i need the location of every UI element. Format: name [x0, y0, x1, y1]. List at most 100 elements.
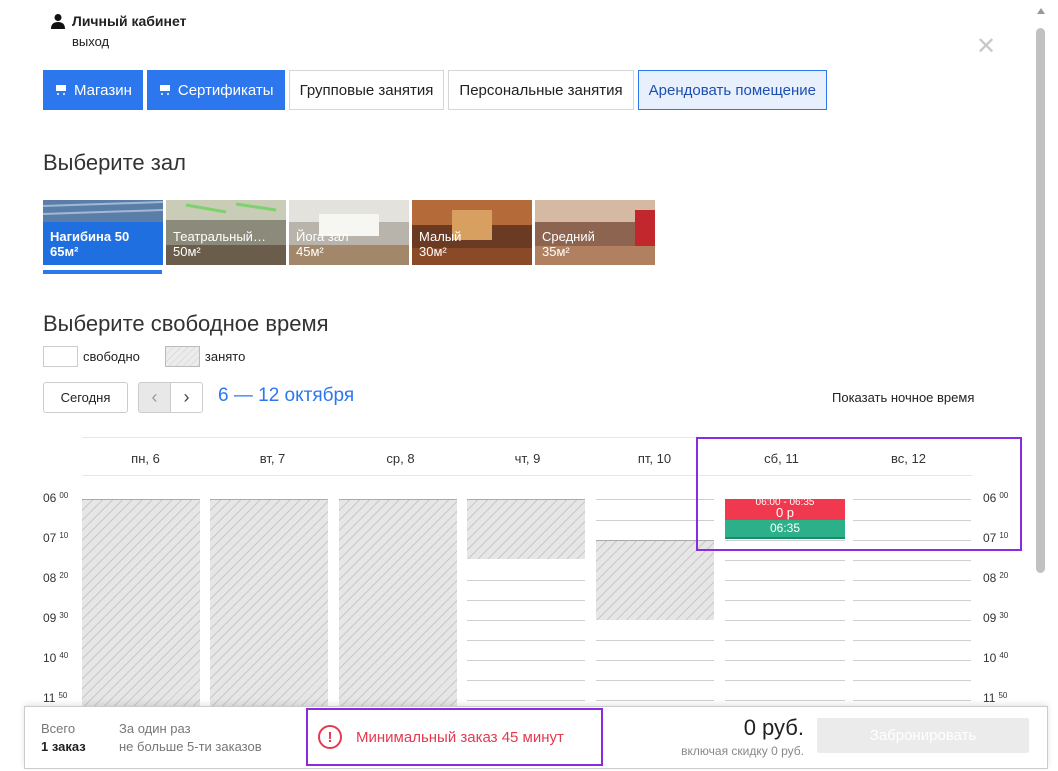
time-label: 08 20 [43, 571, 69, 585]
legend-free-label: свободно [83, 349, 140, 364]
tab-group-classes[interactable]: Групповые занятия [288, 70, 445, 110]
slot-line [853, 680, 971, 681]
day-header: вт, 7 [259, 451, 286, 466]
selected-hall-indicator [43, 270, 162, 274]
day-column-sun[interactable] [853, 480, 971, 706]
time-label: 07 10 [43, 531, 69, 545]
tab-label: Сертификаты [177, 81, 274, 99]
slot-line [853, 520, 971, 521]
time-label: 09 30 [43, 611, 69, 625]
hall-caption: Малый 30м² [419, 229, 527, 259]
legend-busy-label: занято [204, 349, 246, 364]
user-icon [51, 14, 65, 29]
day-column-mon[interactable] [82, 480, 200, 706]
tab-label: Арендовать помещение [648, 81, 817, 99]
busy-slot [467, 499, 585, 559]
tab-personal-classes[interactable]: Персональные занятия [448, 70, 634, 110]
order-bar: Всего 1 заказ За один раз не больше 5-ти… [24, 706, 1048, 769]
busy-slot [210, 499, 328, 706]
next-week-chevron-icon[interactable]: › [170, 382, 203, 413]
slot-line [467, 600, 585, 601]
hall-size: 65м² [50, 244, 79, 259]
limit-label: За один раз [119, 721, 191, 736]
slot-line [467, 680, 585, 681]
order-price: 0 руб. [743, 715, 804, 740]
slot-line [725, 600, 845, 601]
hall-name: Нагибина 50 [50, 229, 130, 244]
scrollbar-thumb[interactable] [1036, 28, 1045, 573]
time-label: 10 40 [43, 651, 69, 665]
hall-caption: Нагибина 50 65м² [50, 229, 158, 259]
hall-name: Малый [419, 229, 462, 244]
day-header: вс, 12 [891, 451, 926, 466]
slot-line [725, 640, 845, 641]
day-header: ср, 8 [386, 451, 415, 466]
time-label: 10 40 [983, 651, 1009, 665]
day-header: сб, 11 [764, 451, 799, 466]
slot-line [596, 680, 714, 681]
time-section-title: Выберите свободное время [43, 311, 329, 336]
calendar-header-border [82, 475, 972, 476]
hall-section-title: Выберите зал [43, 150, 186, 175]
tab-shop[interactable]: Магазин [43, 70, 143, 110]
time-label: 11 50 [43, 691, 68, 705]
day-column-tue[interactable] [210, 480, 328, 706]
day-column-thu[interactable] [467, 480, 585, 706]
hall-card-small[interactable]: Малый 30м² [412, 200, 532, 265]
close-icon[interactable]: ✕ [976, 32, 996, 61]
tab-rent-room[interactable]: Арендовать помещение [637, 70, 828, 110]
slot-line [596, 640, 714, 641]
slot-line [725, 560, 845, 561]
prev-week-chevron-icon[interactable]: ‹ [138, 382, 171, 413]
tab-label: Персональные занятия [459, 81, 623, 99]
logout-link[interactable]: выход [72, 34, 186, 49]
booked-slot[interactable]: 06:00 - 06:35 0 р [725, 499, 845, 520]
hall-size: 45м² [296, 244, 324, 259]
time-label: 06 00 [43, 491, 69, 505]
tab-label: Магазин [74, 81, 132, 99]
slot-line [596, 660, 714, 661]
slot-end-handle[interactable]: 06:35 [725, 520, 845, 539]
hall-caption: Йога зал 45м² [296, 229, 404, 259]
calendar-top-border [82, 437, 972, 438]
account-block: Личный кабинет выход [50, 13, 186, 49]
tab-label: Групповые занятия [299, 81, 434, 99]
min-order-warning: ! Минимальный заказ 45 минут [306, 708, 603, 766]
slot-line [853, 540, 971, 541]
slot-line [725, 680, 845, 681]
time-label: 07 10 [983, 531, 1009, 545]
limit-value: не больше 5-ти заказов [119, 739, 262, 754]
account-link[interactable]: Личный кабинет [50, 13, 186, 29]
legend: свободно занято [43, 346, 245, 367]
hall-card-theatre[interactable]: Театральный… 50м² [166, 200, 286, 265]
hall-name: Средний [542, 229, 595, 244]
day-header: чт, 9 [514, 451, 541, 466]
time-label: 06 00 [983, 491, 1009, 505]
slot-line [853, 560, 971, 561]
hall-card-nagibina[interactable]: Нагибина 50 65м² [43, 200, 163, 265]
tab-certificates[interactable]: Сертификаты [146, 70, 285, 110]
today-button[interactable]: Сегодня [43, 382, 128, 413]
busy-slot [339, 499, 457, 706]
slot-line [853, 700, 971, 701]
slot-line [725, 700, 845, 701]
slot-line [725, 620, 845, 621]
slot-line [467, 580, 585, 581]
hall-card-yoga[interactable]: Йога зал 45м² [289, 200, 409, 265]
hall-list: Нагибина 50 65м² Театральный… 50м² Йога … [43, 200, 655, 265]
slot-line [853, 600, 971, 601]
hall-card-medium[interactable]: Средний 35м² [535, 200, 655, 265]
booked-slot-price: 0 р [775, 505, 795, 520]
day-column-fri[interactable] [596, 480, 714, 706]
slot-line [467, 620, 585, 621]
discount-note: включая скидку 0 руб. [681, 744, 804, 758]
day-column-wed[interactable] [339, 480, 457, 706]
book-button[interactable]: Забронировать [817, 718, 1029, 753]
show-night-time-link[interactable]: Показать ночное время [832, 390, 974, 405]
cart-icon [54, 84, 68, 96]
busy-slot [82, 499, 200, 706]
time-label: 11 50 [983, 691, 1008, 705]
slot-line [725, 580, 845, 581]
scroll-up-arrow-icon[interactable] [1037, 8, 1045, 14]
hall-size: 35м² [542, 244, 570, 259]
